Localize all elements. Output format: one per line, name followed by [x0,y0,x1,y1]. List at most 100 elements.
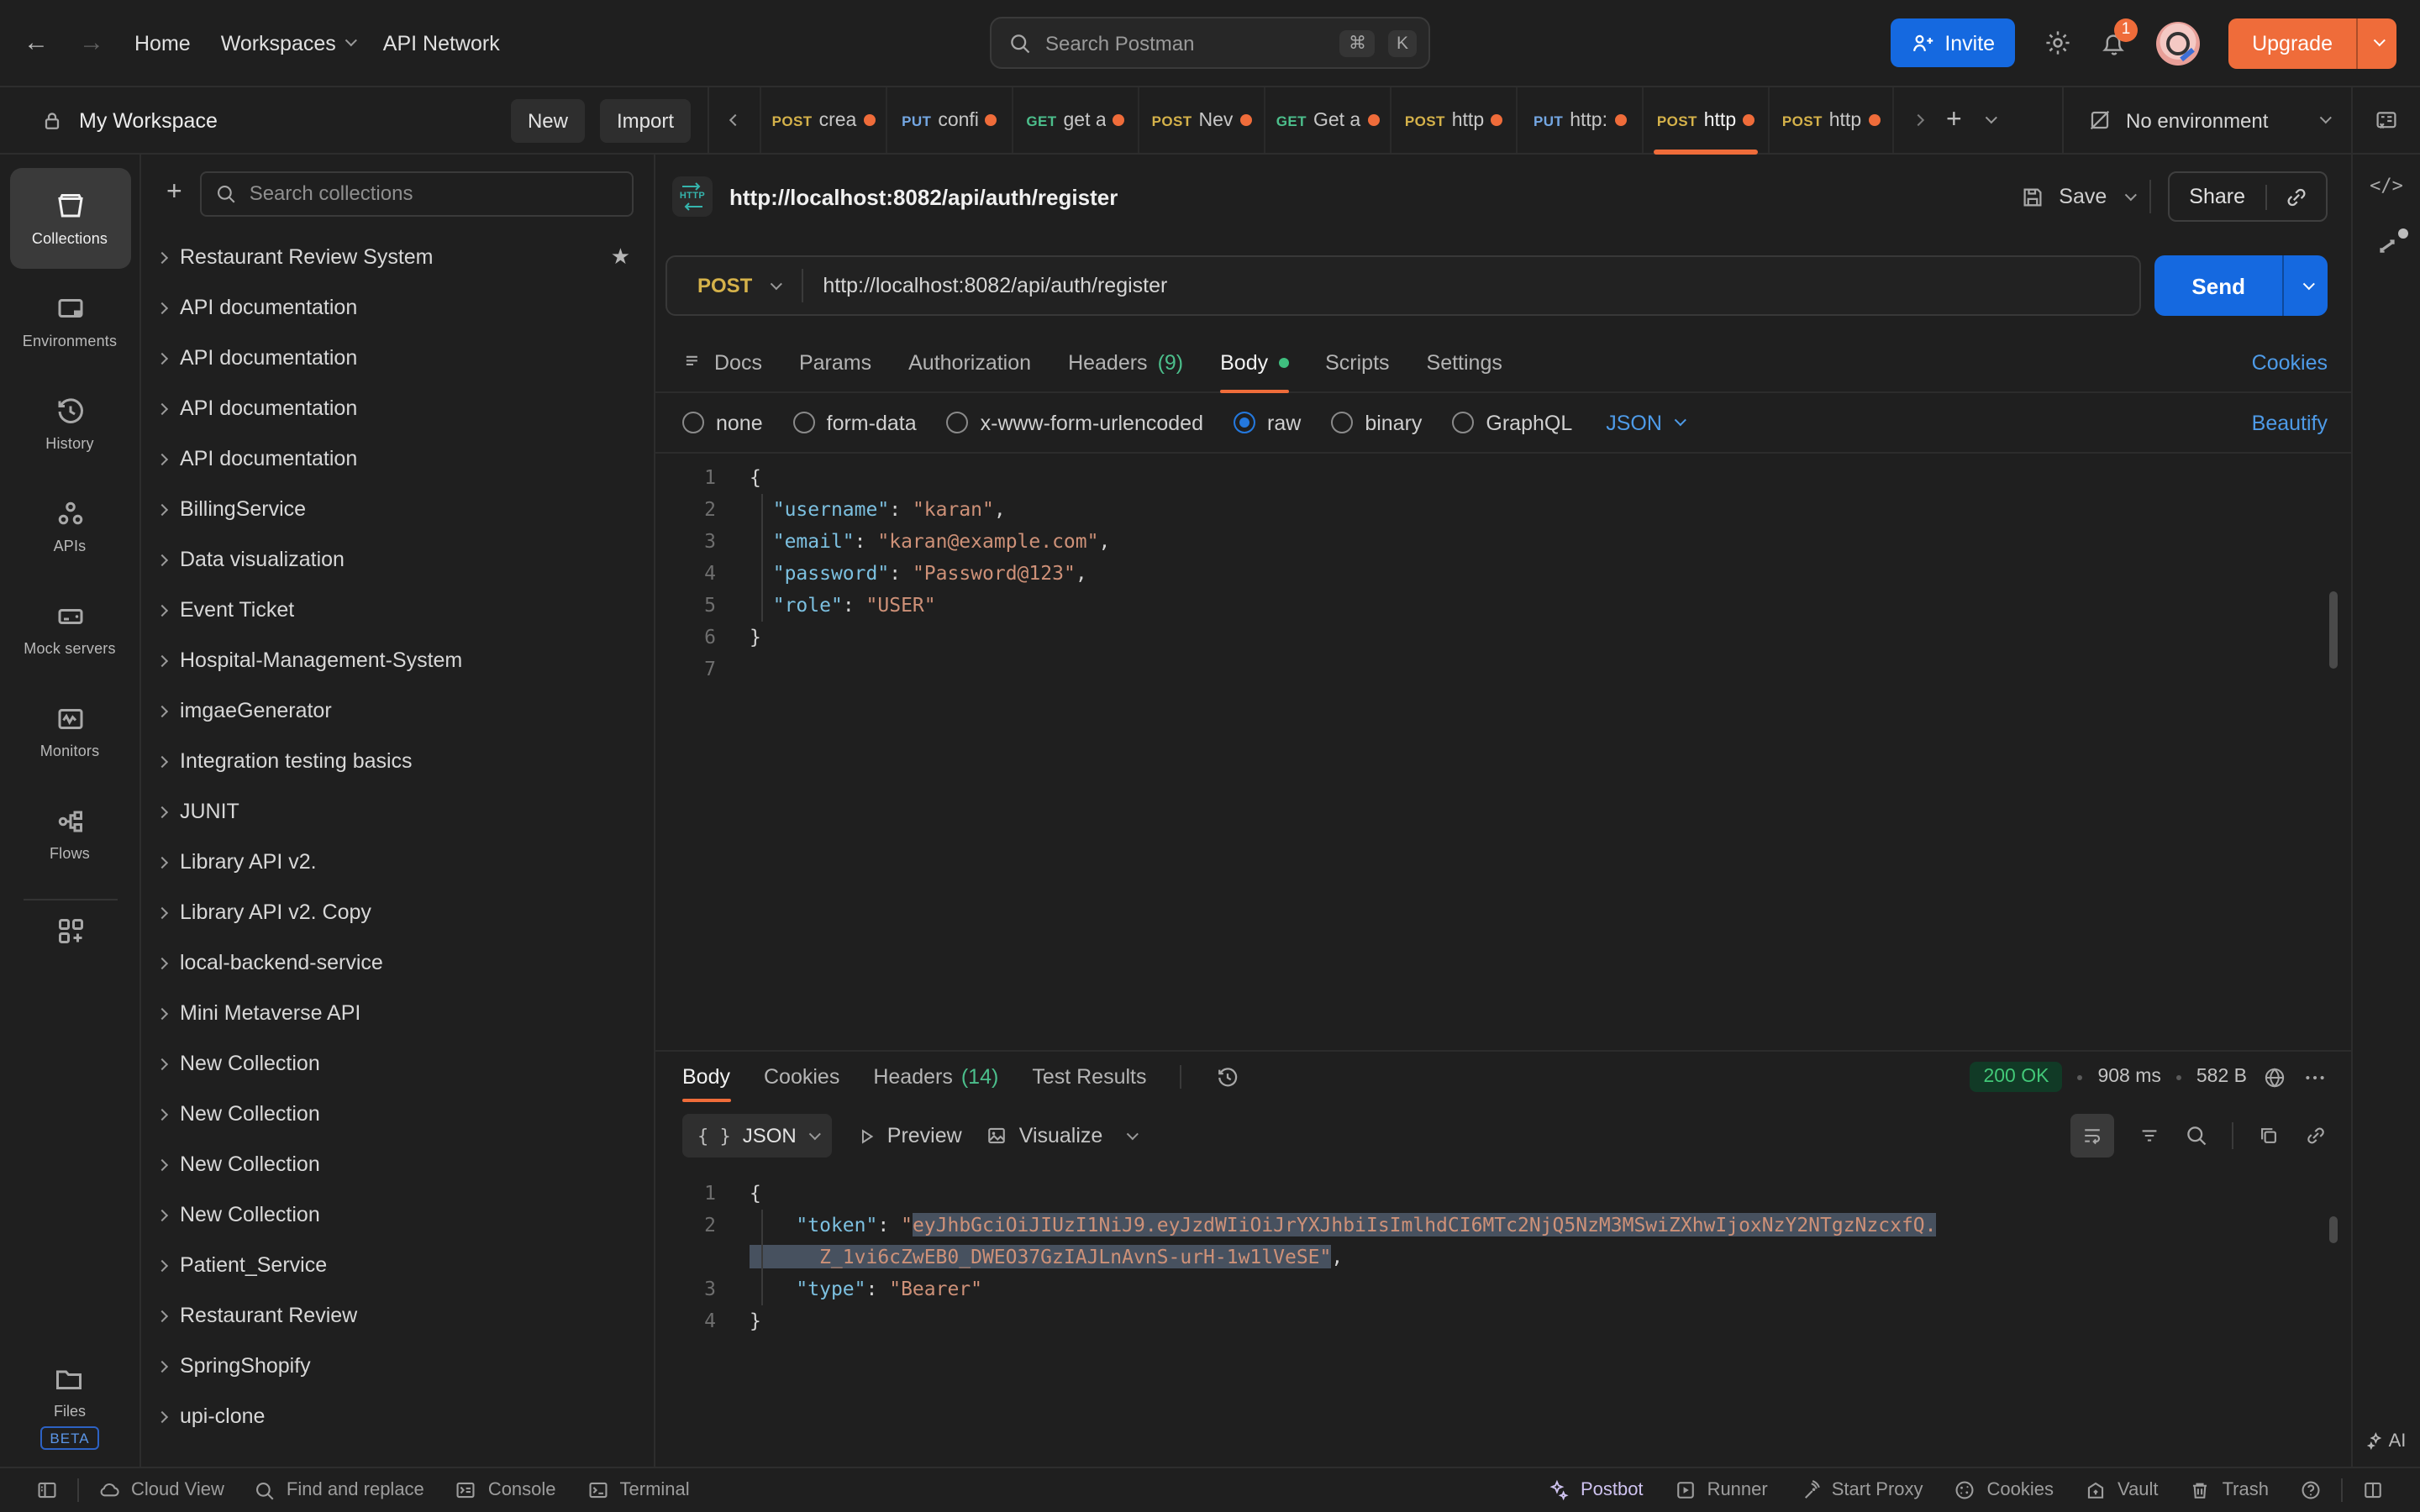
chevron-right-icon[interactable] [158,303,166,312]
body-mode-raw[interactable]: raw [1234,411,1301,434]
copy-response-icon[interactable] [2257,1124,2281,1147]
collection-row[interactable]: BillingService [141,484,654,534]
open-tab-3[interactable]: POSTNev [1138,87,1264,153]
chevron-right-icon[interactable] [158,757,166,765]
collection-row[interactable]: upi-clone [141,1391,654,1441]
workspace-title[interactable]: My Workspace [79,108,496,132]
cookies-link[interactable]: Cookies [2252,350,2328,374]
save-options-chevron[interactable] [2124,188,2136,200]
tab-headers[interactable]: Headers(9) [1068,333,1183,391]
open-tab-4[interactable]: GETGet a [1264,87,1390,153]
response-tab-headers[interactable]: Headers(14) [873,1052,998,1102]
response-link-icon[interactable] [2304,1124,2328,1147]
response-history-icon[interactable] [1216,1064,1241,1089]
sidebar-item-mock-servers[interactable]: Mock servers [9,578,130,679]
statusbar-terminal[interactable]: Terminal [571,1468,705,1512]
collection-row[interactable]: Restaurant Review [141,1290,654,1341]
sidebar-item-environments[interactable]: Environments [9,270,130,371]
chevron-right-icon[interactable] [158,505,166,513]
collection-row[interactable]: Data visualization [141,534,654,585]
collection-row[interactable]: imgaeGenerator [141,685,654,736]
collection-row[interactable]: Mini Metaverse API [141,988,654,1038]
environment-quick-look[interactable] [2351,87,2420,153]
editor-scrollbar[interactable] [2329,591,2338,669]
collection-row[interactable]: API documentation [141,433,654,484]
visualize-button[interactable]: Visualize [986,1124,1103,1147]
collection-row[interactable]: API documentation [141,333,654,383]
collection-row[interactable]: New Collection [141,1038,654,1089]
tab-settings[interactable]: Settings [1427,333,1502,391]
body-mode-x-www-form-urlencoded[interactable]: x-www-form-urlencoded [947,411,1203,434]
chevron-right-icon[interactable] [158,958,166,967]
chevron-right-icon[interactable] [158,1210,166,1219]
sidebar-item-flows[interactable]: Flows [9,783,130,884]
tab-menu-chevron[interactable] [1986,112,1997,123]
nav-home[interactable]: Home [134,31,191,55]
collection-row[interactable]: API documentation [141,282,654,333]
collection-row[interactable]: JUNIT [141,786,654,837]
body-language-selector[interactable]: JSON [1606,411,1682,434]
forward-arrow-icon[interactable]: → [79,29,104,57]
chevron-right-icon[interactable] [158,606,166,614]
search-input[interactable]: Search Postman ⌘ K [990,17,1430,69]
search-response-icon[interactable] [2185,1124,2208,1147]
chevron-right-icon[interactable] [158,354,166,362]
statusbar-runner[interactable]: Runner [1659,1468,1783,1512]
response-format-selector[interactable]: { } JSON [682,1114,832,1158]
statusbar-find-and-replace[interactable]: Find and replace [239,1468,439,1512]
send-options-chevron[interactable] [2282,255,2328,316]
statusbar-start-proxy[interactable]: Start Proxy [1783,1468,1939,1512]
import-button[interactable]: Import [600,98,691,142]
wrap-text-button[interactable] [2070,1114,2114,1158]
body-mode-GraphQL[interactable]: GraphQL [1452,411,1572,434]
upgrade-chevron[interactable] [2356,18,2396,68]
send-button[interactable]: Send [2154,255,2328,316]
collection-row[interactable]: Restaurant Review System★ [141,232,654,282]
invite-button[interactable]: Invite [1891,18,2015,67]
open-tab-7[interactable]: POSThttp [1642,87,1768,153]
network-info-icon[interactable] [2262,1064,2287,1089]
chevron-right-icon[interactable] [158,1059,166,1068]
beautify-link[interactable]: Beautify [2252,411,2328,434]
body-mode-none[interactable]: none [682,411,763,434]
sidebar-item-history[interactable]: History [9,373,130,474]
body-mode-binary[interactable]: binary [1331,411,1422,434]
tab-scripts[interactable]: Scripts [1325,333,1389,391]
visualize-options-chevron[interactable] [1127,1127,1139,1139]
chevron-right-icon[interactable] [158,253,166,261]
sidebar-item-apis[interactable]: APIs [9,475,130,576]
response-tab-body[interactable]: Body [682,1052,730,1102]
chevron-right-icon[interactable] [158,1412,166,1420]
tab-docs[interactable]: Docs [682,333,762,391]
statusbar-cloud-view[interactable]: Cloud View [82,1468,239,1512]
share-button[interactable]: Share [2167,171,2328,222]
collection-row[interactable]: local-backend-service [141,937,654,988]
new-button[interactable]: New [511,98,585,142]
sidebar-item-monitors[interactable]: Monitors [9,680,130,781]
url-input[interactable]: http://localhost:8082/api/auth/register [802,274,2139,297]
status-badge[interactable]: 200 OK [1970,1062,2062,1092]
tab-body[interactable]: Body [1220,333,1288,391]
statusbar-postbot[interactable]: Postbot [1532,1468,1659,1512]
nav-workspaces[interactable]: Workspaces [221,31,353,55]
ai-assistant-icon[interactable]: AI [2367,1430,2407,1453]
environment-selector[interactable]: No environment [2062,87,2351,153]
collection-row[interactable]: Library API v2. Copy [141,887,654,937]
statusbar-console[interactable]: Console [439,1468,571,1512]
code-snippet-icon[interactable]: </> [2370,175,2403,197]
chevron-right-icon[interactable] [158,1160,166,1168]
collection-row[interactable]: Hospital-Management-System [141,635,654,685]
sidebar-item-files[interactable]: FilesBETA [39,1362,99,1450]
collection-row[interactable]: API documentation [141,383,654,433]
response-options-icon[interactable] [2302,1064,2328,1089]
chevron-right-icon[interactable] [158,1009,166,1017]
chevron-right-icon[interactable] [158,807,166,816]
chevron-right-icon[interactable] [158,706,166,715]
tab-scroll-left[interactable] [709,87,760,153]
collection-row[interactable]: Library API v2. [141,837,654,887]
tab-authorization[interactable]: Authorization [908,333,1031,391]
collection-row[interactable]: SpringShopify [141,1341,654,1391]
preview-button[interactable]: Preview [855,1124,962,1147]
notifications-bell-icon[interactable]: 1 [2101,29,2128,56]
chevron-right-icon[interactable] [158,908,166,916]
